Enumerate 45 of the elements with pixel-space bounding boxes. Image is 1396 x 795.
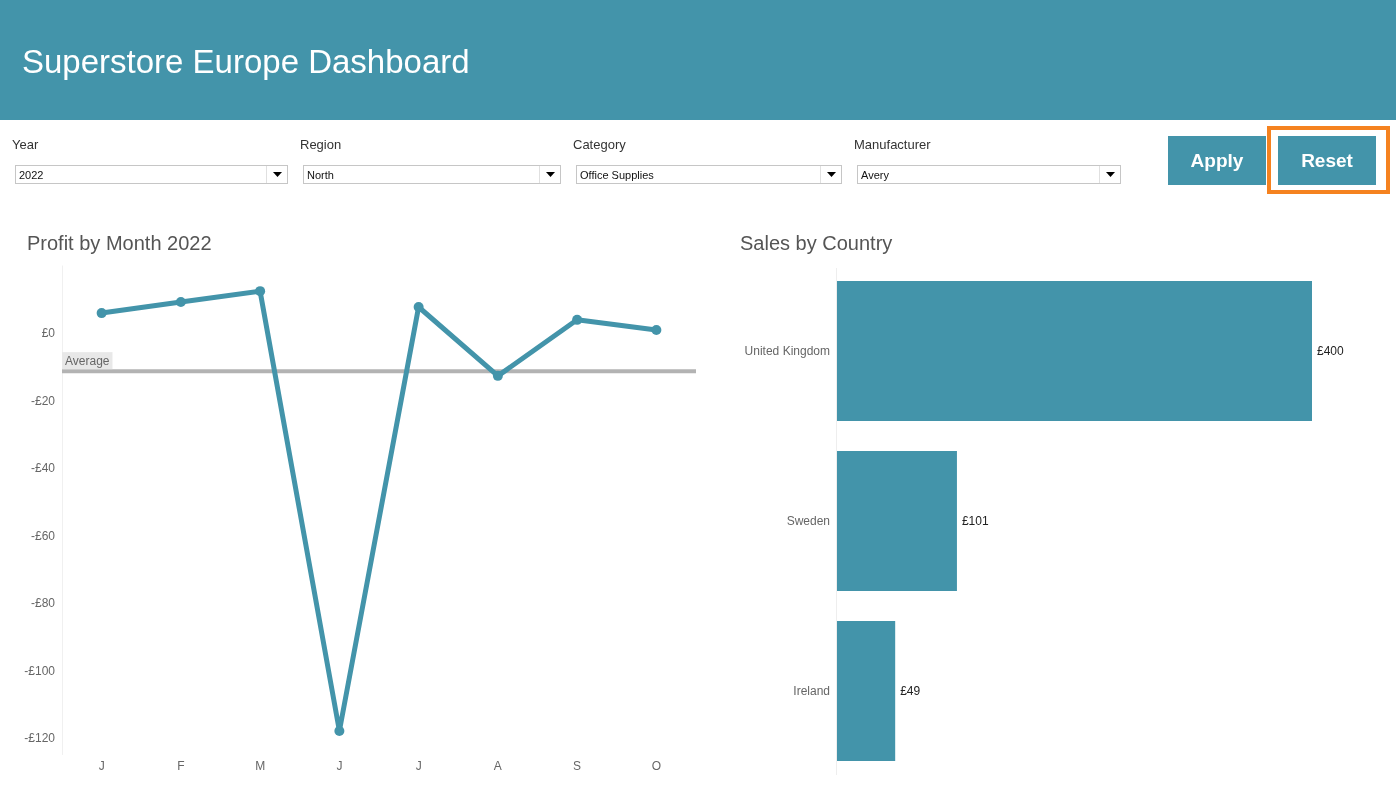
axis-tick-label: J [415, 759, 422, 773]
category-label: Ireland [793, 684, 830, 698]
value-label: £49 [900, 684, 921, 698]
filter-dropdown[interactable]: Office Supplies [576, 165, 842, 184]
axis-tick-label: F [177, 759, 185, 773]
data-point-marker [175, 296, 186, 307]
data-point-marker [492, 370, 503, 381]
value-label: £400 [1317, 344, 1344, 358]
data-point-marker [572, 314, 583, 325]
chart-title: Profit by Month 2022 [27, 231, 212, 256]
axis-tick-label: -£20 [30, 393, 55, 408]
axis-tick-label: £0 [41, 326, 55, 340]
filter-dropdown[interactable]: 2022 [15, 165, 288, 184]
caret-down-icon [826, 172, 836, 177]
category-label: United Kingdom [744, 344, 830, 358]
axis-tick-label: J [336, 759, 343, 773]
reference-line-label: Average [62, 352, 113, 370]
data-point-marker [413, 302, 424, 312]
axis-tick-label: -£100 [24, 663, 55, 678]
axis-tick-label: A [493, 759, 502, 773]
category-label: Sweden [786, 514, 830, 528]
filter-label: Manufacturer [854, 137, 931, 152]
dashboard-title: Superstore Europe Dashboard [22, 42, 470, 82]
chart-title: Sales by Country [740, 231, 893, 256]
axis-tick-label: J [98, 759, 105, 773]
filter-dropdown[interactable]: Avery [857, 165, 1121, 184]
filter-label: Year [12, 137, 39, 152]
axis-tick-label: O [651, 759, 662, 773]
axis-tick-label: -£60 [30, 528, 55, 543]
filter-label: Category [573, 137, 626, 152]
data-point-marker [255, 286, 266, 297]
caret-down-icon [1105, 172, 1115, 177]
caret-down-icon [272, 172, 282, 177]
axis-tick-label: -£80 [30, 596, 55, 610]
data-point-marker [334, 725, 345, 736]
axis-tick-label: M [255, 759, 266, 773]
filter-label: Region [300, 137, 342, 152]
data-point-marker [96, 308, 107, 319]
data-point-marker [651, 324, 662, 335]
filter-dropdown[interactable]: North [303, 165, 561, 184]
axis-tick-label: -£120 [24, 731, 55, 745]
value-label: £101 [961, 514, 989, 528]
axis-tick-label: S [573, 759, 582, 773]
caret-down-icon [545, 172, 555, 177]
axis-tick-label: -£40 [30, 461, 55, 475]
